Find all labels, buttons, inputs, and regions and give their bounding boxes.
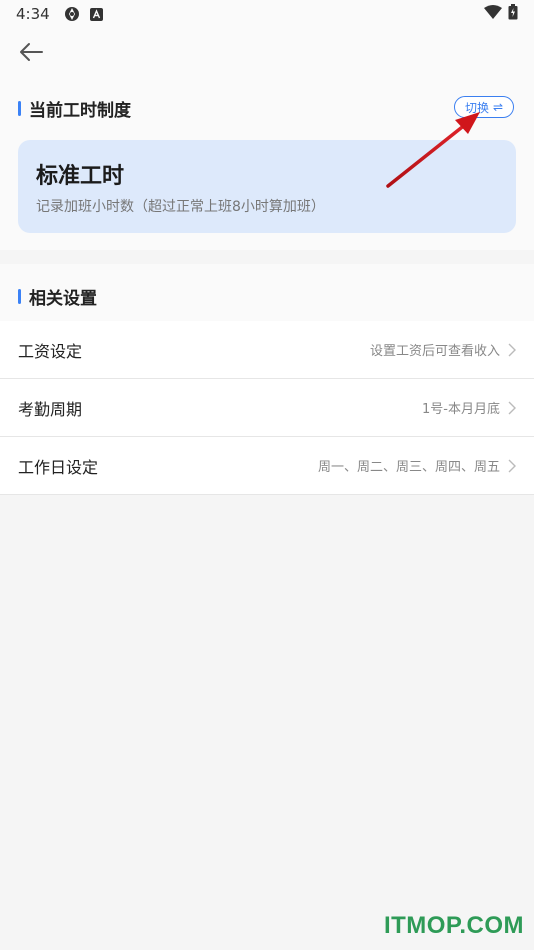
heading-accent-bar (18, 289, 21, 304)
wifi-icon (484, 5, 502, 23)
back-button[interactable] (16, 38, 46, 66)
back-arrow-icon (20, 43, 43, 61)
app-notification-icon (89, 7, 103, 21)
settings-row-attendance-cycle[interactable]: 考勤周期 1号-本月月底 (0, 379, 534, 437)
swap-icon: ⇌ (492, 100, 504, 114)
battery-icon (508, 4, 518, 24)
aperture-icon (64, 6, 80, 22)
row-value: 周一、周二、周三、周四、周五 (317, 460, 500, 475)
row-value: 设置工资后可查看收入 (369, 344, 500, 359)
row-label: 工作日设定 (18, 457, 99, 477)
status-bar: 4:34 (0, 0, 534, 28)
settings-row-workdays[interactable]: 工作日设定 周一、周二、周三、周四、周五 (0, 437, 534, 495)
switch-label: 切换 (464, 100, 489, 115)
current-system-title: 当前工时制度 (29, 101, 131, 121)
switch-button[interactable]: 切换 ⇌ (454, 96, 514, 118)
settings-row-salary[interactable]: 工资设定 设置工资后可查看收入 (0, 321, 534, 379)
settings-title: 相关设置 (29, 289, 97, 309)
chevron-right-icon (508, 459, 516, 473)
row-label: 考勤周期 (18, 399, 83, 419)
chevron-right-icon (508, 343, 516, 357)
row-label: 工资设定 (18, 341, 83, 361)
card-description: 记录加班小时数（超过正常上班8小时算加班） (36, 199, 325, 215)
current-system-card[interactable]: 标准工时 记录加班小时数（超过正常上班8小时算加班） (18, 140, 516, 233)
chevron-right-icon (508, 401, 516, 415)
settings-list: 工资设定 设置工资后可查看收入 考勤周期 1号-本月月底 工作日设定 周一、周二… (0, 321, 534, 495)
status-time: 4:34 (16, 5, 50, 23)
settings-heading: 相关设置 (18, 284, 97, 309)
card-title: 标准工时 (36, 164, 125, 189)
current-system-section: 当前工时制度 切换 ⇌ 标准工时 记录加班小时数（超过正常上班8小时算加班） (0, 76, 534, 250)
heading-accent-bar (18, 101, 21, 116)
row-value: 1号-本月月底 (422, 402, 500, 417)
current-system-heading: 当前工时制度 (18, 96, 131, 121)
watermark: ITMOP.COM (383, 912, 524, 939)
settings-section-header: 相关设置 (0, 264, 534, 321)
top-bar (0, 28, 534, 76)
